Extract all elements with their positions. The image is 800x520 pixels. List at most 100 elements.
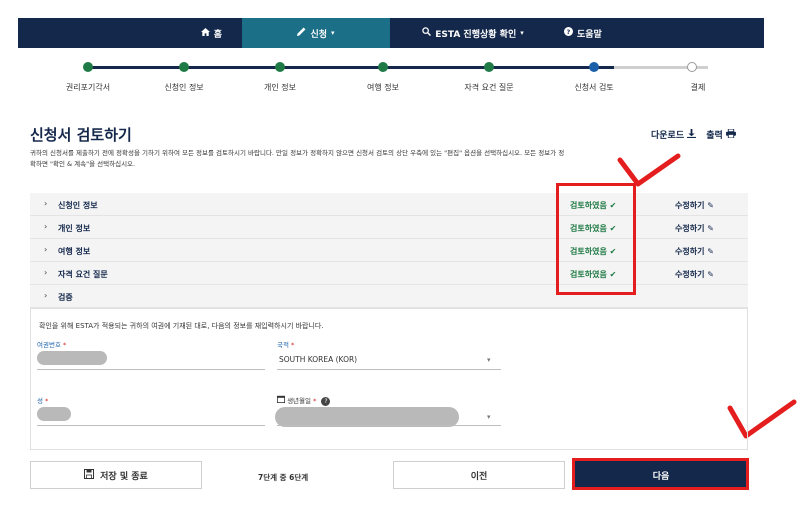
download-label: 다운로드 xyxy=(651,131,685,141)
passport-input[interactable] xyxy=(37,369,265,370)
edit-label: 수정하기 xyxy=(675,270,705,279)
passport-label-text: 여권번호 xyxy=(37,341,61,349)
download-icon xyxy=(687,129,697,141)
step-label-personal: 개인 정보 xyxy=(264,83,296,92)
progress-tracker: 권리포기각서 신청인 정보 개인 정보 여행 정보 자격 요건 질문 신청서 검… xyxy=(18,58,764,98)
required-mark: * xyxy=(63,341,67,349)
nav-home-label: 홈 xyxy=(213,29,222,40)
chevron-right-icon: › xyxy=(44,291,48,300)
progress-dot xyxy=(378,62,388,72)
redacted-surname xyxy=(37,407,71,421)
chevron-down-icon: ▾ xyxy=(520,29,524,37)
save-exit-label: 저장 및 종료 xyxy=(100,471,148,482)
chevron-right-icon: › xyxy=(44,245,48,254)
printer-icon xyxy=(726,128,736,141)
edit-label: 수정하기 xyxy=(675,201,705,210)
section-applicant[interactable]: › 신청인 정보 검토하였음 ✔ 수정하기 ✎ xyxy=(30,193,748,216)
redacted-passport-number xyxy=(37,351,107,365)
download-link[interactable]: 다운로드 xyxy=(651,128,697,141)
question-circle-icon[interactable]: ? xyxy=(321,397,331,406)
section-travel[interactable]: › 여행 정보 검토하였음 ✔ 수정하기 ✎ xyxy=(30,239,748,262)
chevron-down-icon: ▾ xyxy=(331,29,335,37)
verification-panel: 확인을 위해 ESTA가 적용되는 귀하의 여권에 기재된 대로, 다음의 정보… xyxy=(30,308,748,450)
floppy-disk-icon xyxy=(84,468,95,482)
previous-button[interactable]: 이전 xyxy=(393,461,565,489)
save-exit-button[interactable]: 저장 및 종료 xyxy=(30,461,202,489)
nav-home[interactable]: 홈 xyxy=(18,18,242,48)
surname-label: 성 * xyxy=(37,395,48,405)
nationality-label: 국적 * xyxy=(277,339,294,349)
step-label-travel: 여행 정보 xyxy=(367,83,399,92)
question-circle-icon: ? xyxy=(564,27,573,39)
nav-help[interactable]: ? 도움말 xyxy=(556,18,686,48)
nationality-select[interactable] xyxy=(277,369,501,370)
description-line: 귀하의 신청서를 제출하기 전에 정확성을 기하기 위하여 모든 정보를 검토하… xyxy=(30,149,565,157)
pencil-icon: ✎ xyxy=(707,201,714,210)
edit-link[interactable]: 수정하기 ✎ xyxy=(675,246,714,257)
section-label: 개인 정보 xyxy=(58,224,91,233)
svg-text:?: ? xyxy=(567,29,571,36)
section-label: 여행 정보 xyxy=(58,247,91,256)
progress-dot-current xyxy=(589,62,599,72)
surname-label-text: 성 xyxy=(37,397,43,405)
edit-label: 수정하기 xyxy=(675,224,705,233)
calendar-icon xyxy=(277,395,287,405)
progress-track-complete xyxy=(88,66,614,69)
chevron-right-icon: › xyxy=(44,268,48,277)
step-label-review: 신청서 검토 xyxy=(574,83,614,92)
step-label-waiver: 권리포기각서 xyxy=(65,83,111,92)
section-label: 검증 xyxy=(58,293,73,302)
annotation-checkmark xyxy=(617,153,681,187)
nav-status[interactable]: ESTA 진행상황 확인 ▾ xyxy=(390,18,556,48)
redacted-date-of-birth xyxy=(275,407,459,427)
description-line: 확하면 "확인 & 계속"을 선택하십시오. xyxy=(30,160,136,168)
required-mark: * xyxy=(313,397,317,405)
top-nav: 홈 신청 ▾ ESTA 진행상황 확인 ▾ ? 도움말 xyxy=(18,18,764,48)
chevron-right-icon: › xyxy=(44,199,48,208)
progress-dot xyxy=(484,62,494,72)
search-icon xyxy=(422,27,432,39)
chevron-right-icon: › xyxy=(44,222,48,231)
section-label: 자격 요건 질문 xyxy=(58,270,108,279)
page-description: 귀하의 신청서를 제출하기 전에 정확성을 기하기 위하여 모든 정보를 검토하… xyxy=(30,148,684,170)
nationality-value: SOUTH KOREA (KOR) xyxy=(279,355,358,364)
pencil-icon: ✎ xyxy=(707,270,714,279)
required-mark: * xyxy=(291,341,295,349)
section-personal[interactable]: › 개인 정보 검토하였음 ✔ 수정하기 ✎ xyxy=(30,216,748,239)
verification-description: 확인을 위해 ESTA가 적용되는 귀하의 여권에 기재된 대로, 다음의 정보… xyxy=(39,322,324,330)
section-verification[interactable]: › 검증 xyxy=(30,285,748,308)
nav-apply[interactable]: 신청 ▾ xyxy=(242,18,390,48)
nav-apply-label: 신청 xyxy=(310,29,328,40)
print-label: 출력 xyxy=(706,131,723,141)
pencil-icon: ✎ xyxy=(707,247,714,256)
step-label-eligibility: 자격 요건 질문 xyxy=(464,83,514,92)
edit-label: 수정하기 xyxy=(675,247,705,256)
progress-dot xyxy=(275,62,285,72)
chevron-down-icon: ▾ xyxy=(487,356,491,364)
page-title: 신청서 검토하기 xyxy=(30,126,132,144)
edit-link[interactable]: 수정하기 ✎ xyxy=(675,200,714,211)
progress-dot xyxy=(83,62,93,72)
edit-link[interactable]: 수정하기 ✎ xyxy=(675,269,714,280)
surname-input[interactable] xyxy=(37,425,265,426)
edit-link[interactable]: 수정하기 ✎ xyxy=(675,223,714,234)
progress-dot-todo xyxy=(687,62,697,72)
dob-select[interactable] xyxy=(277,425,501,426)
nav-status-label: ESTA 진행상황 확인 xyxy=(435,29,517,40)
home-icon xyxy=(200,27,210,39)
step-label-payment: 결제 xyxy=(690,83,706,92)
pencil-icon xyxy=(297,27,306,39)
passport-label: 여권번호 * xyxy=(37,339,66,349)
dob-label: 생년월일 * ? xyxy=(277,395,331,406)
nav-help-label: 도움말 xyxy=(577,29,602,40)
section-eligibility[interactable]: › 자격 요건 질문 검토하였음 ✔ 수정하기 ✎ xyxy=(30,262,748,285)
print-link[interactable]: 출력 xyxy=(706,128,736,141)
step-counter: 7단계 중 6단계 xyxy=(258,473,309,482)
section-label: 신청인 정보 xyxy=(58,201,98,210)
chevron-down-icon: ▾ xyxy=(487,413,491,421)
nationality-label-text: 국적 xyxy=(277,341,289,349)
progress-dot xyxy=(179,62,189,72)
required-mark: * xyxy=(45,397,49,405)
step-label-applicant: 신청인 정보 xyxy=(164,83,204,92)
annotation-box-reviewed xyxy=(556,183,636,295)
